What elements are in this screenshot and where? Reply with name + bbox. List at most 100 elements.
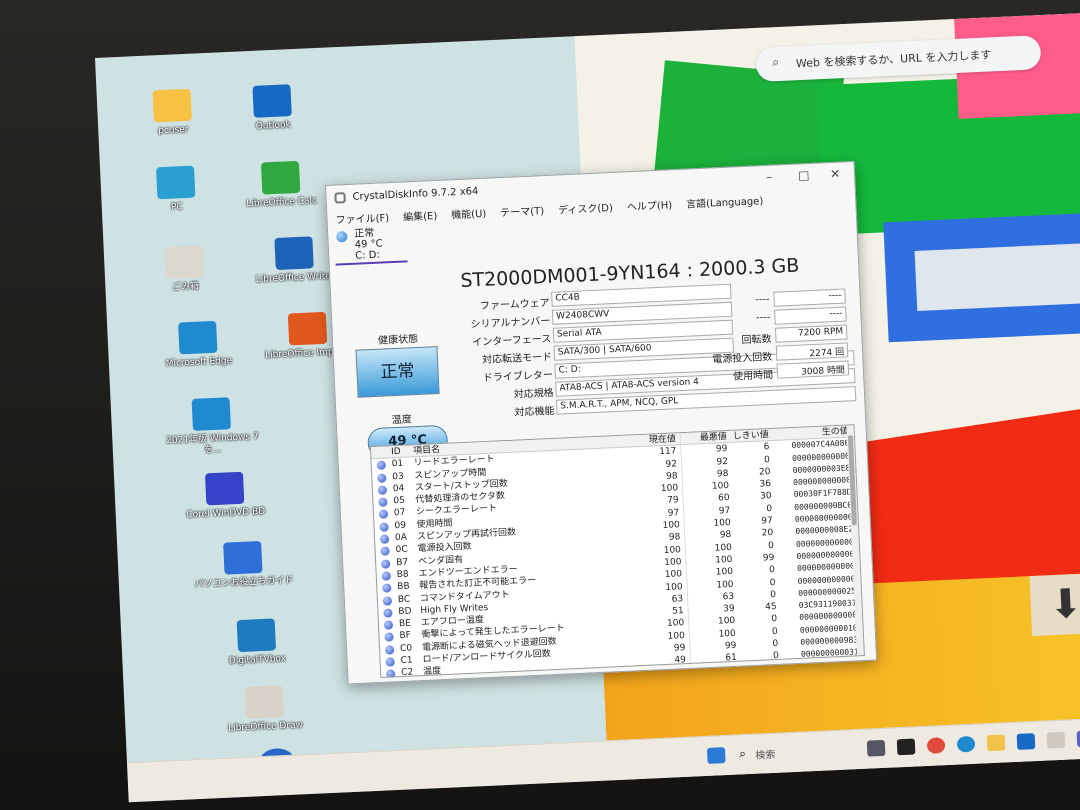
features-label: 対応機能	[424, 402, 555, 423]
col-id[interactable]: ID	[391, 445, 413, 457]
attr-id: BF	[399, 630, 422, 643]
desktop-icon[interactable]: DigitalTVbox	[201, 617, 313, 669]
desktop-icon-image	[237, 618, 276, 652]
explorer-icon[interactable]	[987, 734, 1006, 751]
status-dot-icon	[381, 559, 390, 568]
health-dot-icon	[336, 231, 347, 242]
serial-label: シリアルナンバー	[420, 312, 551, 333]
desktop-icon-label: LibreOffice Calc	[227, 195, 337, 211]
taskbar-app-icon[interactable]	[927, 737, 946, 754]
desktop-icon-image	[223, 541, 262, 575]
menu-help[interactable]: ヘルプ(H)	[626, 196, 672, 216]
desktop-icon-label: pcuser	[118, 123, 228, 139]
attr-id: 01	[391, 458, 414, 471]
maximize-button[interactable]: □	[798, 168, 810, 183]
desktop-icon-image	[252, 84, 291, 118]
standard-label: 対応規格	[423, 384, 554, 405]
disk-tab[interactable]: 正常 49 °C C: D:	[334, 226, 408, 265]
desktop-icon[interactable]: Outlook	[216, 83, 328, 135]
status-dot-icon	[377, 461, 386, 470]
col-worst[interactable]: 最悪値	[681, 431, 731, 445]
status-dot-icon	[379, 510, 388, 519]
attr-id: BE	[399, 617, 422, 630]
drive-model: ST2000DM001-9YN164 : 2000.3 GB	[460, 255, 800, 292]
edge-icon[interactable]	[957, 736, 976, 753]
menu-function[interactable]: 機能(U)	[451, 205, 487, 225]
attr-id: B8	[396, 568, 419, 581]
desktop-icon-image	[205, 472, 244, 506]
status-dot-icon	[379, 522, 388, 531]
taskbar-app-icon[interactable]	[897, 739, 916, 756]
app-icon	[334, 192, 345, 203]
close-button[interactable]: ✕	[830, 167, 841, 181]
desktop-icon[interactable]: Microsoft Edge	[142, 319, 254, 371]
menu-disk[interactable]: ディスク(D)	[558, 199, 614, 219]
attr-id: 05	[393, 494, 416, 507]
desktop-icon-image	[165, 245, 204, 279]
arrow-down-icon: ⬇	[1029, 573, 1080, 636]
attr-id: 0C	[395, 544, 418, 557]
status-dot-icon	[383, 608, 392, 617]
attr-id: C2	[401, 666, 424, 678]
current-value: 49	[641, 654, 692, 669]
desktop-icon-image	[156, 166, 195, 200]
status-dot-icon	[386, 670, 395, 678]
outlook-icon[interactable]	[1017, 733, 1036, 750]
smart-table: ID 項目名 現在値 最悪値 しきい値 生の値 01リードエラーレート11799…	[370, 424, 865, 678]
blank1-field: ----	[773, 289, 846, 307]
desktop-icon-label: Corel WinDVD BD	[171, 506, 281, 522]
attr-id: C0	[400, 642, 423, 655]
attr-id: 0A	[395, 531, 418, 544]
taskbar-search-label[interactable]: 検索	[755, 746, 776, 762]
start-icon[interactable]	[707, 747, 726, 764]
status-dot-icon	[382, 571, 391, 580]
taskbar-app-icon[interactable]	[867, 740, 886, 757]
disk-tab-drives: C: D:	[355, 248, 407, 261]
taskbar-search-icon[interactable]: ⌕	[739, 746, 746, 761]
desktop-icon-label: LibreOffice Draw	[210, 719, 320, 735]
desktop-icon-image	[261, 161, 300, 195]
status-dot-icon	[378, 485, 387, 494]
attr-id: 04	[393, 482, 416, 495]
attr-id: BB	[397, 580, 420, 593]
desktop-icon[interactable]: 2021年版 Windows 7を...	[156, 396, 269, 459]
desktop-icon[interactable]: ごみ箱	[129, 244, 241, 296]
desktop-icon-label: ごみ箱	[130, 280, 240, 296]
desktop-icon-label: 2021年版 Windows 7を...	[157, 432, 268, 459]
desktop-icon-label: DigitalTVbox	[202, 653, 312, 669]
status-dot-icon	[383, 596, 392, 605]
rotation-label: 回転数	[683, 330, 772, 349]
status-dot-icon	[378, 498, 387, 507]
desktop-icon[interactable]: PC	[120, 164, 232, 216]
search-icon: ⌕	[772, 55, 780, 70]
col-threshold[interactable]: しきい値	[731, 429, 773, 442]
desktop-icon-image	[288, 312, 327, 346]
status-dot-icon	[382, 584, 391, 593]
minimize-button[interactable]: –	[766, 170, 773, 184]
desktop-icon-label: Outlook	[218, 118, 328, 134]
attr-id: BC	[398, 593, 421, 606]
browser-search-placeholder: Web を検索するか、URL を入力します	[796, 48, 992, 70]
menu-theme[interactable]: テーマ(T)	[500, 202, 545, 222]
worst-value: 61	[691, 652, 742, 667]
desktop-icon[interactable]: pcuser	[117, 87, 229, 139]
teams-icon[interactable]	[1077, 730, 1080, 747]
desktop-icon[interactable]: パソコンお役立ちガイド	[187, 539, 299, 591]
taskbar-app-icon[interactable]	[1047, 732, 1066, 749]
menu-edit[interactable]: 編集(E)	[403, 207, 438, 227]
desktop-icon[interactable]: LibreOffice Draw	[209, 684, 321, 736]
crystaldiskinfo-window: CrystalDiskInfo 9.7.2 x64 – □ ✕ ファイル(F) …	[325, 161, 877, 685]
status-dot-icon	[384, 621, 393, 630]
window-title: CrystalDiskInfo 9.7.2 x64	[352, 186, 478, 203]
attr-id: C1	[400, 654, 423, 667]
desktop-icon[interactable]: LibreOffice Calc	[225, 159, 337, 211]
desktop-icon[interactable]: Corel WinDVD BD	[169, 470, 281, 522]
desktop-icon-image	[153, 89, 192, 123]
status-dot-icon	[380, 535, 389, 544]
attr-id: 03	[392, 470, 415, 483]
status-dot-icon	[380, 547, 389, 556]
menu-language[interactable]: 言語(Language)	[686, 192, 764, 213]
drive-letter-label: ドライブレター	[423, 366, 554, 387]
col-current[interactable]: 現在値	[631, 433, 681, 447]
attr-id: 09	[394, 519, 417, 532]
